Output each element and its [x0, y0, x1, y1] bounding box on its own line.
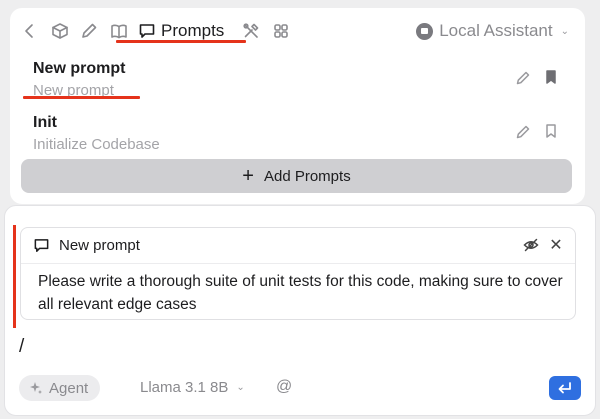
prompt-title: Init: [33, 114, 57, 131]
attached-prompt-body: Please write a thorough suite of unit te…: [38, 273, 563, 313]
bookmark-filled-icon[interactable]: [542, 68, 560, 86]
attached-prompt-card: New prompt ✕ Please write a thorough sui…: [20, 227, 576, 320]
add-prompts-label: Add Prompts: [263, 167, 351, 185]
send-button[interactable]: [549, 376, 581, 400]
edit-pencil-icon[interactable]: [514, 123, 532, 141]
mention-at-icon[interactable]: @: [276, 378, 292, 396]
eye-off-icon[interactable]: [523, 237, 541, 255]
assistant-label: Local Assistant: [439, 21, 553, 40]
attached-prompt-title: New prompt: [59, 237, 140, 254]
chevron-down-icon: ⌄: [236, 382, 245, 393]
attached-prompt-header: New prompt ✕: [21, 228, 575, 264]
cube-icon[interactable]: [49, 20, 71, 42]
message-icon: [139, 24, 155, 38]
prompt-item-init[interactable]: Init Initialize Codebase: [10, 114, 585, 162]
top-toolbar: Prompts Local Assistant ⌄: [10, 8, 585, 52]
selected-prompt-indicator: [23, 96, 140, 99]
model-selector[interactable]: Llama 3.1 8B ⌄: [140, 379, 245, 396]
pencil-icon[interactable]: [78, 20, 100, 42]
bookmark-icon[interactable]: [542, 122, 560, 140]
edit-pencil-icon[interactable]: [514, 69, 532, 87]
sparkle-icon: [30, 382, 42, 394]
back-icon[interactable]: [19, 20, 41, 42]
plus-icon: +: [242, 165, 254, 187]
enter-return-icon: [558, 382, 571, 394]
composer-toolbar: Agent Llama 3.1 8B ⌄ @: [5, 374, 595, 404]
agent-mode-label: Agent: [49, 379, 89, 397]
prompt-item-new-prompt[interactable]: New prompt New prompt: [10, 60, 585, 108]
book-icon[interactable]: [108, 20, 130, 42]
chevron-down-icon: ⌄: [560, 25, 569, 37]
chat-input[interactable]: [19, 334, 579, 360]
message-icon: [34, 239, 49, 252]
composer-panel: New prompt ✕ Please write a thorough sui…: [4, 205, 596, 416]
prompt-title: New prompt: [33, 60, 126, 77]
prompts-panel: Prompts Local Assistant ⌄ New prompt New…: [10, 8, 585, 204]
prompt-subtitle: Initialize Codebase: [33, 136, 160, 153]
tab-prompts-label: Prompts: [161, 21, 225, 40]
grid-icon[interactable]: [270, 20, 292, 42]
assistant-avatar-icon: [416, 22, 434, 40]
model-label: Llama 3.1 8B: [140, 379, 229, 396]
active-tab-indicator: [116, 40, 246, 43]
close-icon[interactable]: ✕: [547, 236, 565, 254]
tools-icon[interactable]: [240, 20, 262, 42]
attachment-highlight-bar: [13, 225, 16, 328]
assistant-selector[interactable]: Local Assistant ⌄: [416, 18, 569, 44]
add-prompts-button[interactable]: + Add Prompts: [21, 159, 572, 193]
agent-mode-button[interactable]: Agent: [19, 375, 101, 401]
